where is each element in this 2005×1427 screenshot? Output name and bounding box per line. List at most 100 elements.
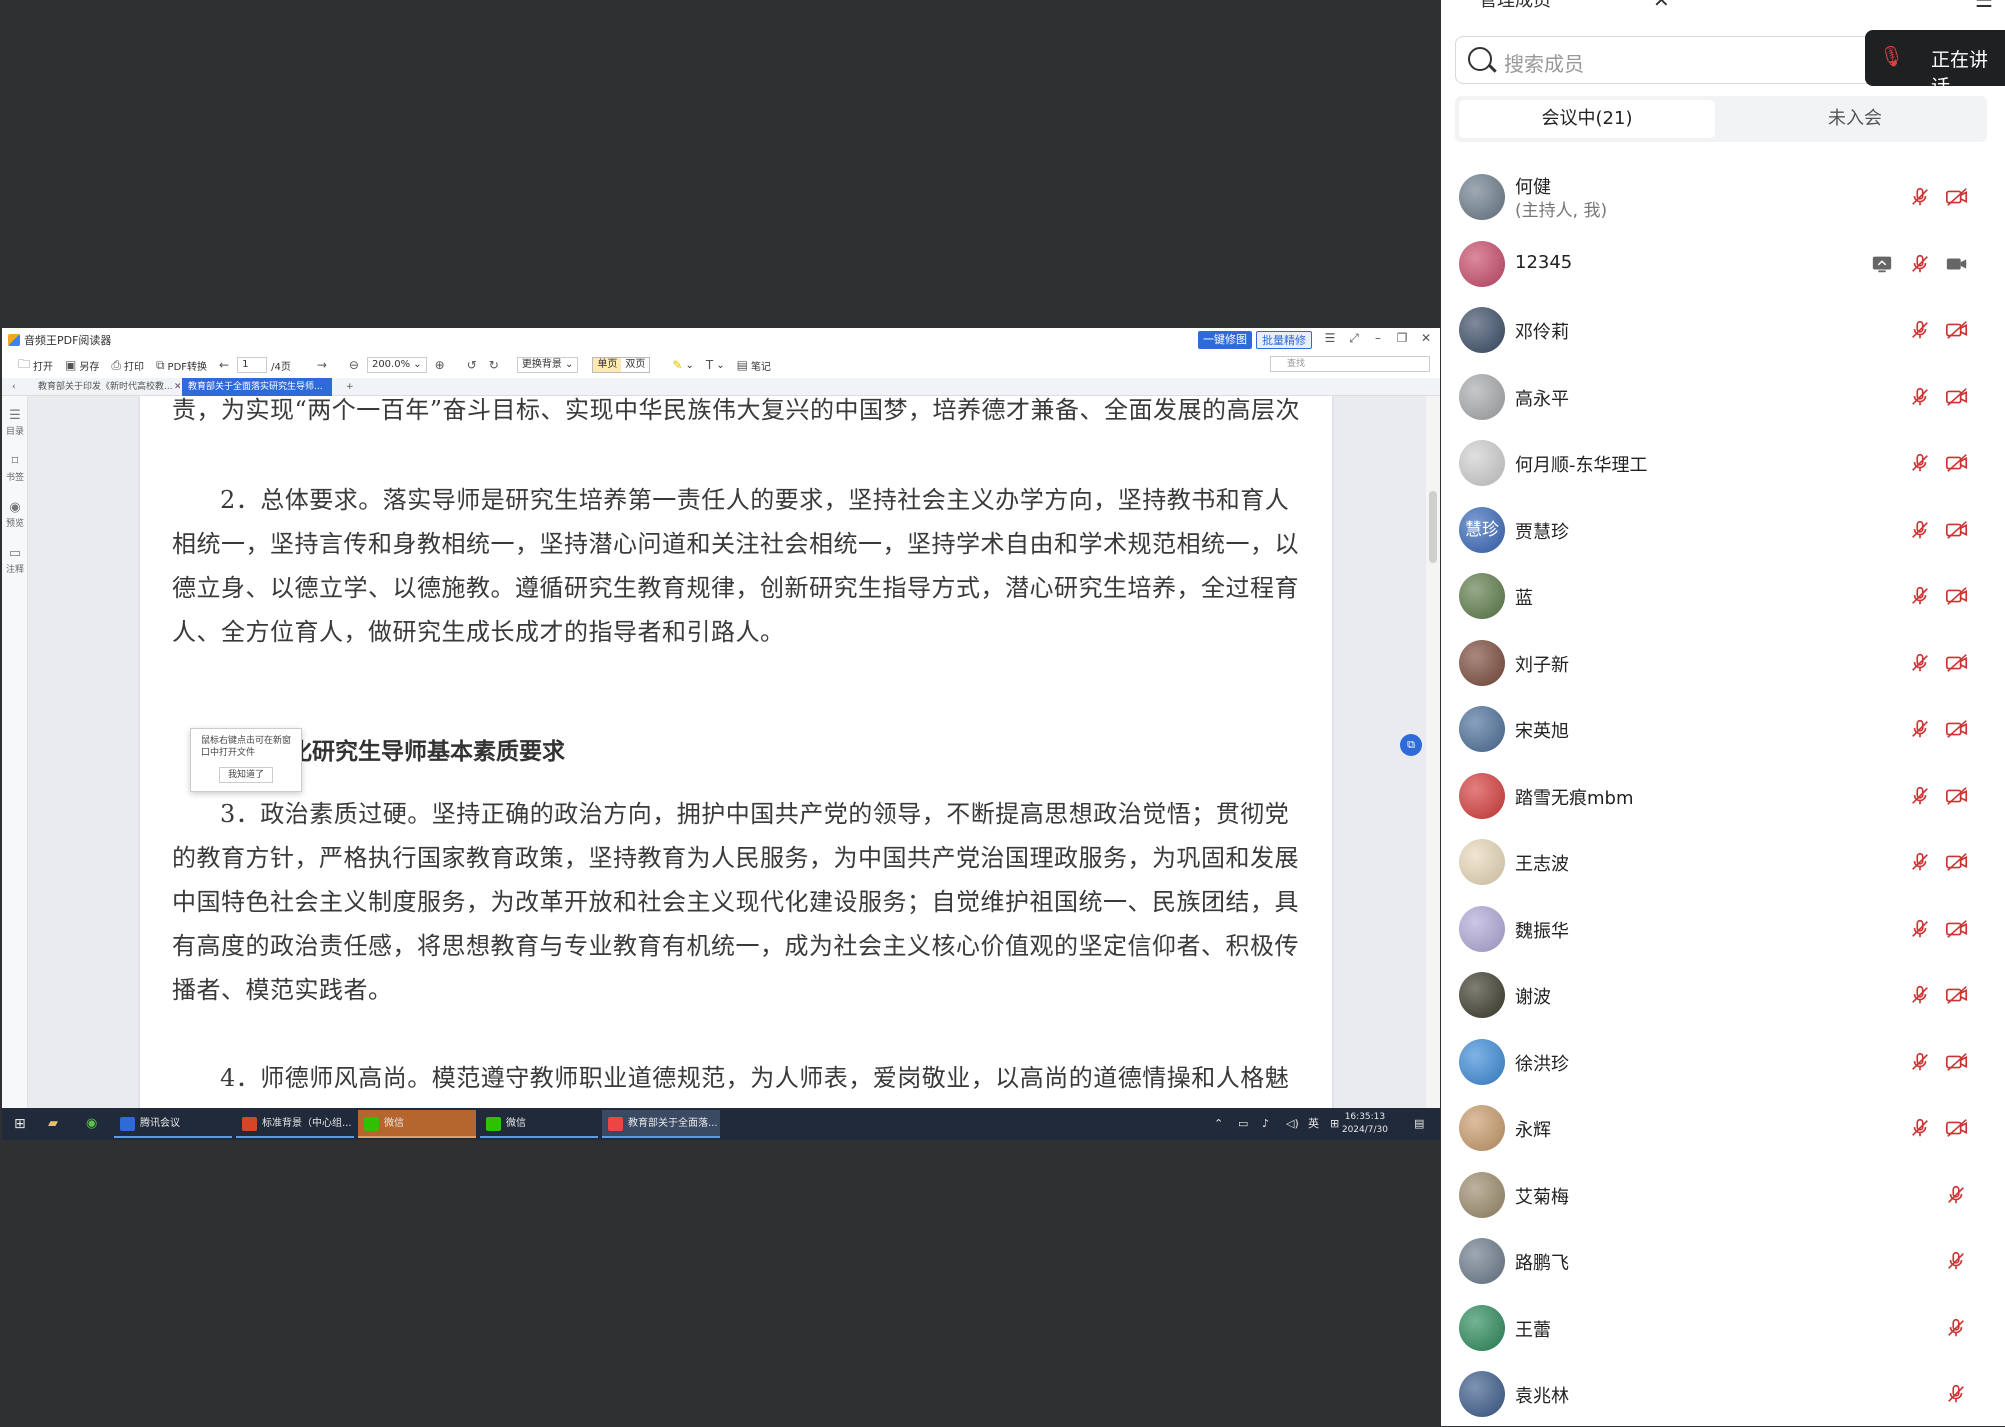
windows-start-icon[interactable]: ⊞	[8, 1108, 26, 1140]
zoom-out-button[interactable]: ⊖	[345, 355, 363, 375]
repair-button[interactable]: 一键修图	[1198, 331, 1252, 349]
notification-icon[interactable]: ▤	[1414, 1108, 1424, 1140]
mic-muted-icon[interactable]	[1909, 1117, 1933, 1139]
member-row[interactable]: 慧珍 贾慧珍	[1441, 497, 2005, 563]
camera-off-icon[interactable]	[1945, 585, 1969, 607]
panel-close-icon[interactable]: ✕	[1653, 0, 1670, 10]
member-search-input[interactable]: 搜索成员	[1455, 36, 1875, 84]
ime-mode-icon[interactable]: ⊞	[1330, 1108, 1339, 1140]
ime-indicator[interactable]: 英	[1308, 1108, 1319, 1140]
taskbar-app-wechat-1[interactable]: 微信	[358, 1110, 476, 1138]
member-row[interactable]: 何健 (主持人, 我)	[1441, 164, 2005, 230]
rail-annotate[interactable]: ▭ 注释	[2, 546, 28, 575]
convert-button[interactable]: ⧉ PDF转换	[152, 355, 211, 375]
scroll-thumb[interactable]	[1429, 491, 1437, 563]
tab-doc-2[interactable]: 教育部关于全面落实研究生导师...	[182, 378, 332, 396]
rotate-left-button[interactable]: ↺	[463, 355, 481, 375]
open-button[interactable]: 🗀 打开	[14, 355, 57, 375]
tray-expand-icon[interactable]: ⌃	[1214, 1108, 1223, 1140]
member-row[interactable]: 邓伶莉	[1441, 297, 2005, 363]
member-row[interactable]: 王志波	[1441, 829, 2005, 895]
print-button[interactable]: ⎙ 打印	[107, 355, 148, 375]
fullscreen-icon[interactable]: ⤢	[1344, 331, 1364, 346]
tab-add-icon[interactable]: +	[340, 378, 354, 396]
taskbar-app-wechat-2[interactable]: 微信	[480, 1110, 598, 1138]
network-icon[interactable]: ▭	[1238, 1108, 1248, 1140]
zoom-select[interactable]: 200.0% ⌄	[366, 357, 427, 373]
mic-muted-icon[interactable]	[1945, 1317, 1969, 1339]
minimize-icon[interactable]: –	[1368, 331, 1388, 345]
camera-off-icon[interactable]	[1945, 1117, 1969, 1139]
member-row[interactable]: 宋英旭	[1441, 696, 2005, 762]
mic-tray-icon[interactable]: ♪	[1262, 1108, 1269, 1140]
member-row[interactable]: 何月顺-东华理工	[1441, 430, 2005, 496]
camera-on-icon[interactable]	[1945, 253, 1969, 275]
mic-muted-icon[interactable]	[1909, 386, 1933, 408]
camera-off-icon[interactable]	[1945, 851, 1969, 873]
doc-scrollbar[interactable]	[1426, 396, 1440, 1140]
rotate-right-button[interactable]: ↻	[485, 355, 503, 375]
tab-doc-1[interactable]: 教育部关于印发《新时代高校教...	[32, 378, 180, 396]
speaking-indicator[interactable]: 🎙 正在讲话	[1865, 30, 2005, 98]
member-row[interactable]: 袁兆林	[1441, 1361, 2005, 1427]
menu-icon[interactable]: ☰	[1320, 331, 1340, 345]
panel-menu-icon[interactable]: ☰	[1975, 0, 1993, 10]
camera-off-icon[interactable]	[1945, 519, 1969, 541]
rail-preview[interactable]: ◉ 预览	[2, 500, 28, 529]
mic-muted-icon[interactable]	[1909, 253, 1933, 275]
maximize-icon[interactable]: ❐	[1392, 331, 1412, 345]
camera-off-icon[interactable]	[1945, 718, 1969, 740]
background-select[interactable]: 更换背景 ⌄	[516, 357, 579, 373]
mic-muted-icon[interactable]	[1909, 718, 1933, 740]
tab-in-meeting[interactable]: 会议中(21)	[1459, 100, 1715, 138]
camera-off-icon[interactable]	[1945, 918, 1969, 940]
zoom-in-button[interactable]: ⊕	[431, 355, 449, 375]
member-row[interactable]: 永辉	[1441, 1095, 2005, 1161]
member-row[interactable]: 12345	[1441, 231, 2005, 297]
mic-muted-icon[interactable]	[1945, 1250, 1969, 1272]
note-button[interactable]: ▤ 笔记	[733, 355, 775, 375]
batch-button[interactable]: 批量精修	[1256, 331, 1312, 349]
taskbar-app-ppt[interactable]: 标准背景（中心组...	[236, 1110, 354, 1138]
single-page-option[interactable]: 单页	[593, 358, 622, 372]
page-input[interactable]: 1	[237, 357, 268, 373]
mic-muted-icon[interactable]	[1909, 785, 1933, 807]
tabs-back-icon[interactable]: ‹	[6, 378, 20, 396]
member-row[interactable]: 高永平	[1441, 364, 2005, 430]
rail-toc[interactable]: ☰ 目录	[2, 408, 28, 437]
mic-muted-icon[interactable]	[1909, 319, 1933, 341]
tab-close-icon[interactable]: ✕	[168, 378, 180, 396]
camera-off-icon[interactable]	[1945, 452, 1969, 474]
ai-assistant-icon[interactable]: ⧉	[1400, 734, 1422, 756]
mic-muted-icon[interactable]	[1909, 1051, 1933, 1073]
tab-not-joined[interactable]: 未入会	[1727, 100, 1983, 138]
member-row[interactable]: 徐洪珍	[1441, 1029, 2005, 1095]
mic-muted-icon[interactable]	[1909, 585, 1933, 607]
member-row[interactable]: 路鹏飞	[1441, 1228, 2005, 1294]
member-row[interactable]: 踏雪无痕mbm	[1441, 763, 2005, 829]
taskbar-clock[interactable]: 16:35:13 2024/7/30	[1342, 1111, 1388, 1137]
view-mode-toggle[interactable]: 单页 双页	[592, 357, 651, 373]
camera-off-icon[interactable]	[1945, 785, 1969, 807]
rail-bookmark[interactable]: ⌑ 书签	[2, 454, 28, 483]
file-explorer-icon[interactable]: ▰	[42, 1108, 58, 1140]
screen-share-icon[interactable]	[1871, 253, 1895, 275]
mic-muted-icon[interactable]	[1909, 918, 1933, 940]
taskbar-app-pdf[interactable]: 教育部关于全面落...	[602, 1110, 720, 1138]
camera-off-icon[interactable]	[1945, 652, 1969, 674]
prev-page-button[interactable]: ←	[215, 355, 233, 375]
member-row[interactable]: 王蕾	[1441, 1295, 2005, 1361]
camera-off-icon[interactable]	[1945, 984, 1969, 1006]
double-page-option[interactable]: 双页	[621, 358, 649, 372]
mic-muted-icon[interactable]	[1945, 1184, 1969, 1206]
tooltip-ok-button[interactable]: 我知道了	[219, 767, 273, 783]
highlight-button[interactable]: ✎ ⌄	[668, 355, 697, 375]
camera-off-icon[interactable]	[1945, 186, 1969, 208]
close-icon[interactable]: ✕	[1416, 331, 1436, 345]
next-page-button[interactable]: →	[313, 355, 331, 375]
taskbar-app-meeting[interactable]: 腾讯会议	[114, 1110, 232, 1138]
camera-off-icon[interactable]	[1945, 1051, 1969, 1073]
mic-muted-icon[interactable]	[1909, 851, 1933, 873]
member-row[interactable]: 魏振华	[1441, 896, 2005, 962]
camera-off-icon[interactable]	[1945, 386, 1969, 408]
